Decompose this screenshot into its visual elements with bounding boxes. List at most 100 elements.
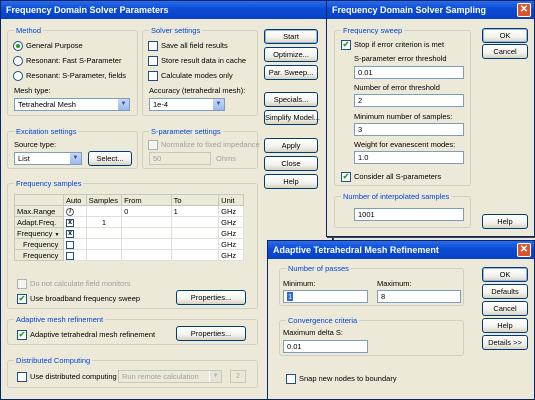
table-row[interactable]: Frequency GHz <box>13 249 244 261</box>
radio-fast-sparameter[interactable] <box>13 56 23 66</box>
snap-checkbox[interactable] <box>286 374 296 384</box>
table-row[interactable]: Frequency ▼ x GHz <box>13 227 244 239</box>
remote-calc-select[interactable]: Run remote calculation ▼ <box>118 370 222 383</box>
auto-checkbox[interactable]: x <box>66 218 75 227</box>
remote-calc-value: Run remote calculation <box>122 372 199 381</box>
distributed-checkbox[interactable] <box>17 372 27 382</box>
max-delta-input[interactable]: 0.01 <box>283 340 368 353</box>
apply-button[interactable]: Apply <box>264 138 318 153</box>
solver-titlebar[interactable]: Frequency Domain Solver Parameters <box>1 1 332 19</box>
auto-cell[interactable]: x <box>63 227 87 239</box>
select-button[interactable]: Select... <box>88 151 132 166</box>
samples-cell[interactable] <box>85 249 123 261</box>
from-cell[interactable] <box>121 216 172 228</box>
refine-details-button[interactable]: Details >> <box>482 335 528 350</box>
save-all-checkbox[interactable] <box>148 41 158 51</box>
to-cell[interactable] <box>170 216 220 228</box>
radio-general-purpose[interactable] <box>13 41 23 51</box>
close-icon[interactable]: ✕ <box>517 3 531 17</box>
refine-cancel-button[interactable]: Cancel <box>482 301 528 316</box>
broadband-checkbox[interactable]: ✔ <box>17 294 27 304</box>
calc-modes-checkbox[interactable] <box>148 71 158 81</box>
store-cache-checkbox[interactable] <box>148 56 158 66</box>
row-label-dropdown[interactable]: Frequency ▼ <box>13 227 65 239</box>
sampling-ok-button[interactable]: OK <box>482 28 528 43</box>
accuracy-select[interactable]: 1e-4 ▼ <box>149 98 225 111</box>
sampling-cancel-button[interactable]: Cancel <box>482 44 528 59</box>
row-label: Frequency <box>17 228 53 238</box>
samples-cell[interactable] <box>85 227 123 239</box>
max-delta-value: 0.01 <box>287 342 302 351</box>
sampling-title: Frequency Domain Solver Sampling <box>332 5 487 15</box>
min-samples-label: Minimum number of samples: <box>354 112 453 121</box>
table-row[interactable]: Frequency GHz <box>13 238 244 250</box>
stop-if-checkbox[interactable]: ✔ <box>341 40 351 50</box>
samples-cell[interactable] <box>85 238 123 250</box>
min-passes-input[interactable]: 1 <box>283 290 368 303</box>
refine-defaults-button[interactable]: Defaults <box>482 284 528 299</box>
impedance-input[interactable]: 50 <box>149 152 211 165</box>
adaptive-checkbox[interactable]: ✔ <box>17 330 27 340</box>
close-icon[interactable]: ✕ <box>517 243 531 257</box>
sampling-titlebar[interactable]: Frequency Domain Solver Sampling ✕ <box>327 1 534 19</box>
close-button[interactable]: Close <box>264 156 318 171</box>
auto-cell: i <box>63 205 87 217</box>
auto-checkbox[interactable]: x <box>66 229 75 238</box>
refinement-titlebar[interactable]: Adaptive Tetrahedral Mesh Refinement ✕ <box>268 241 534 259</box>
interpolated-samples-group: Number of interpolated samples 1001 <box>334 192 471 228</box>
auto-cell[interactable] <box>63 238 87 250</box>
auto-cell[interactable] <box>63 249 87 261</box>
auto-checkbox[interactable] <box>66 251 75 260</box>
passes-title: Number of passes <box>286 264 351 273</box>
consider-all-label: Consider all S-parameters <box>354 172 442 181</box>
to-cell[interactable] <box>170 249 220 261</box>
source-type-select[interactable]: List ▼ <box>14 152 82 165</box>
mesh-type-select[interactable]: Tetrahedral Mesh ▼ <box>14 98 130 111</box>
no-field-monitors-checkbox[interactable] <box>17 279 27 289</box>
table-row[interactable]: Max.Range i 0 1 GHz <box>13 205 244 217</box>
weight-input[interactable]: 1.0 <box>354 151 464 164</box>
from-cell[interactable] <box>121 238 172 250</box>
simplify-model-button[interactable]: Simplify Model... <box>264 110 320 125</box>
interpolated-samples-value: 1001 <box>358 210 375 219</box>
consider-all-checkbox[interactable]: ✔ <box>341 172 351 182</box>
impedance-value: 50 <box>153 154 162 163</box>
remote-count-spinner[interactable]: 2 <box>230 370 246 383</box>
samples-cell[interactable] <box>85 205 123 217</box>
sparam-threshold-value: 0.01 <box>358 68 373 77</box>
sampling-help-button[interactable]: Help <box>482 214 528 229</box>
sparam-threshold-input[interactable]: 0.01 <box>354 66 464 79</box>
auto-cell[interactable]: x <box>63 216 87 228</box>
solver-settings-group: Solver settings Save all field results S… <box>142 26 258 116</box>
par-sweep-button[interactable]: Par. Sweep... <box>264 65 318 80</box>
to-cell[interactable] <box>170 227 220 239</box>
refine-help-button[interactable]: Help <box>482 318 528 333</box>
row-label: Frequency <box>13 238 65 250</box>
row-label: Frequency <box>13 249 65 261</box>
min-samples-input[interactable]: 3 <box>354 123 464 136</box>
from-cell[interactable] <box>121 249 172 261</box>
refine-ok-button[interactable]: OK <box>482 267 528 282</box>
calc-modes-label: Calculate modes only <box>161 71 233 80</box>
max-passes-input[interactable]: 8 <box>377 290 461 303</box>
from-cell[interactable] <box>121 227 172 239</box>
help-button[interactable]: Help <box>264 174 318 189</box>
specials-button[interactable]: Specials... <box>264 92 318 107</box>
adaptive-properties-button[interactable]: Properties... <box>176 326 246 341</box>
start-button[interactable]: Start <box>264 29 318 44</box>
auto-checkbox[interactable] <box>66 240 75 249</box>
interpolated-samples-input[interactable]: 1001 <box>354 208 464 221</box>
frequency-properties-button[interactable]: Properties... <box>176 290 246 305</box>
num-threshold-input[interactable]: 2 <box>354 94 464 107</box>
radio-sparameter-fields[interactable] <box>13 71 23 81</box>
normalize-checkbox[interactable] <box>148 140 158 150</box>
refinement-title: Adaptive Tetrahedral Mesh Refinement <box>273 245 439 255</box>
num-threshold-value: 2 <box>358 96 363 105</box>
optimize-button[interactable]: Optimize... <box>264 47 318 62</box>
to-cell[interactable] <box>170 238 220 250</box>
table-row[interactable]: Adapt.Freq. x 1 GHz <box>13 216 244 228</box>
to-cell[interactable]: 1 <box>170 205 220 217</box>
excitation-group: Excitation settings Source type: List ▼ … <box>7 127 138 169</box>
from-cell[interactable]: 0 <box>121 205 172 217</box>
samples-cell[interactable]: 1 <box>85 216 123 228</box>
